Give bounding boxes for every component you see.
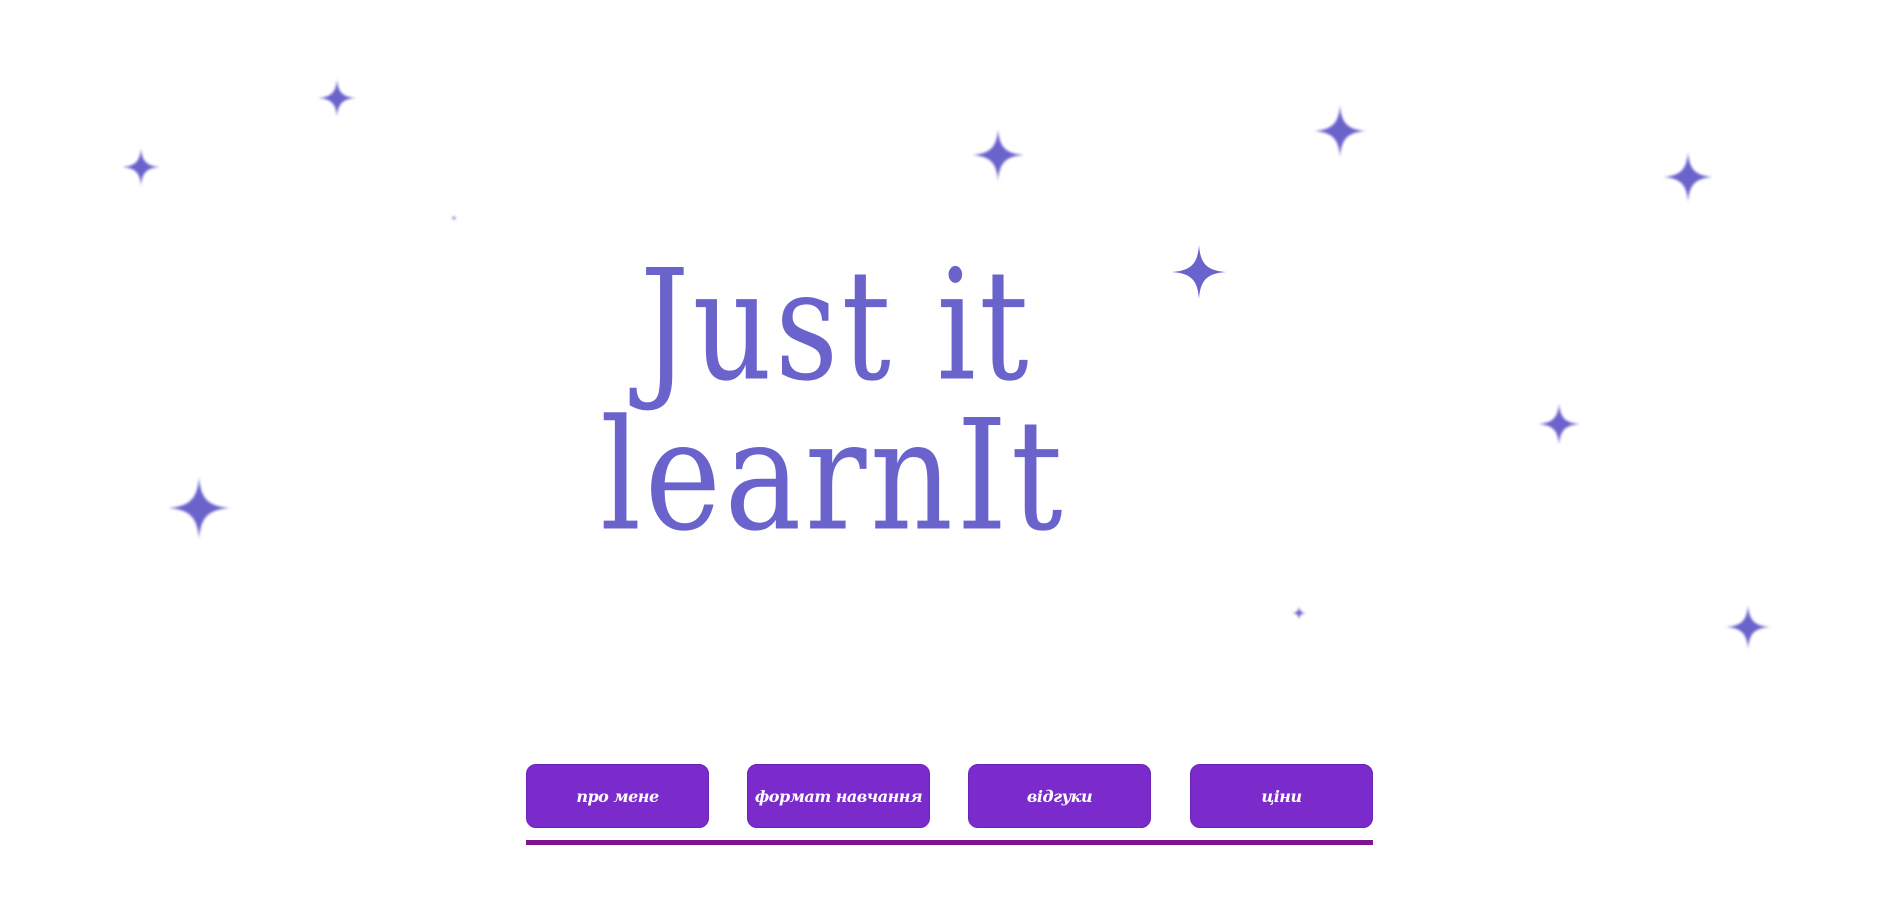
nav-button-learning-format[interactable]: формат навчання [747,764,930,828]
nav-button-reviews[interactable]: відгуки [968,764,1151,828]
sparkle-icon [318,76,356,120]
sparkle-icon [122,146,160,188]
sparkle-icon [168,476,230,540]
nav-button-label: ціни [1261,786,1302,806]
brand-logo: Just it learnIt [600,240,1320,620]
nav-button-about-me[interactable]: про мене [526,764,709,828]
nav-button-label: відгуки [1026,786,1093,806]
nav-underline-divider [526,840,1373,845]
sparkle-icon [451,215,457,221]
sparkle-icon [1662,152,1714,202]
nav-button-label: формат навчання [754,786,923,806]
sparkle-icon [972,128,1024,182]
logo-line-1: Just it [640,237,1032,416]
logo-line-2: learnIt [600,387,1067,566]
sparkle-icon [1314,104,1366,158]
nav-button-prices[interactable]: ціни [1190,764,1373,828]
sparkle-icon [1538,402,1580,446]
nav-button-label: про мене [576,786,659,806]
nav-buttons: про мене формат навчання відгуки ціни [526,764,1373,830]
main-navigation: про мене формат навчання відгуки ціни [526,764,1373,848]
landing-page: Just it learnIt про мене формат навчання… [0,0,1899,905]
sparkle-icon [1726,604,1770,650]
